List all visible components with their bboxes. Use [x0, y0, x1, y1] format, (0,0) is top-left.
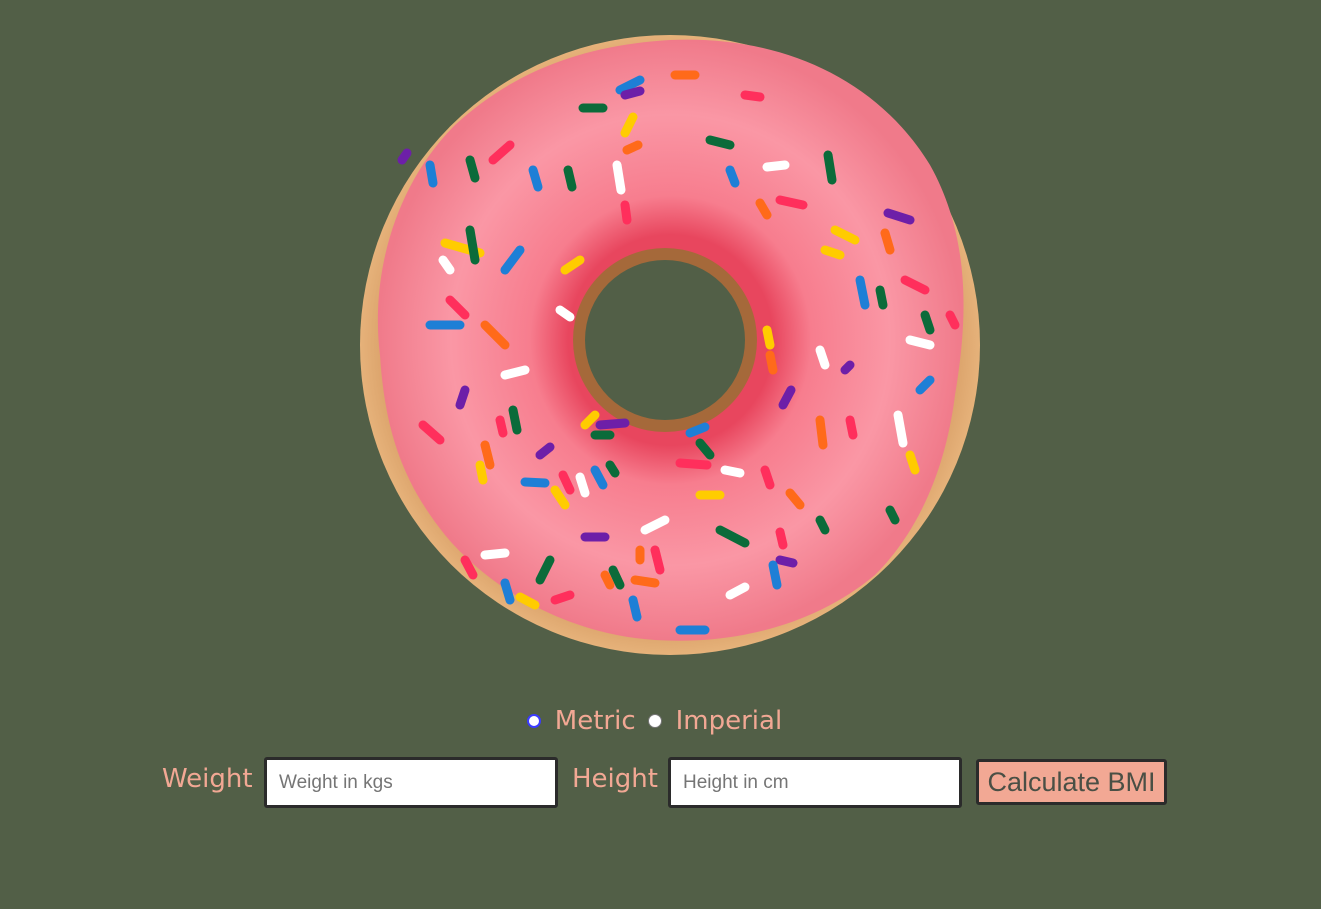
height-label: Height: [572, 764, 658, 794]
unit-selector: Metric Imperial: [0, 703, 1321, 739]
calculate-bmi-button[interactable]: Calculate BMI: [976, 759, 1167, 805]
metric-radio[interactable]: [526, 714, 541, 728]
bmi-form: Weight Height Calculate BMI: [0, 757, 1321, 809]
radio-option-metric[interactable]: Metric: [526, 703, 648, 739]
weight-input[interactable]: [264, 757, 558, 808]
height-input[interactable]: [668, 757, 962, 808]
bmi-calculator-page: Metric Imperial Weight Height Calculate …: [0, 0, 1321, 909]
metric-label[interactable]: Metric: [555, 703, 636, 739]
radio-option-imperial[interactable]: Imperial: [647, 703, 795, 739]
donut-illustration: [355, 15, 985, 660]
imperial-radio[interactable]: [647, 714, 662, 728]
imperial-label[interactable]: Imperial: [676, 703, 783, 739]
weight-label: Weight: [162, 764, 253, 794]
donut-hole: [585, 260, 745, 420]
